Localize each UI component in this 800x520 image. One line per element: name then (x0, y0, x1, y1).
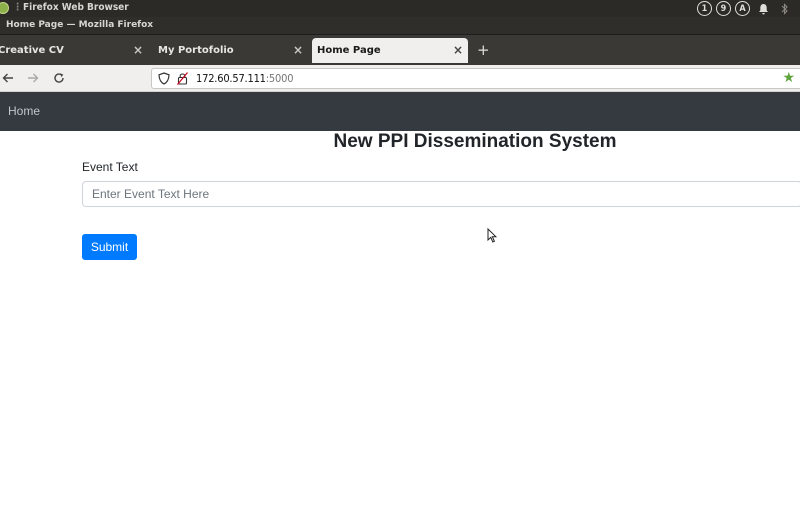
url-host: 172.60.57.111 (196, 72, 266, 85)
mouse-pointer-icon (487, 228, 497, 243)
close-tab-icon[interactable]: × (133, 43, 143, 57)
tab-label: Home Page (317, 45, 381, 56)
close-tab-icon[interactable]: × (453, 43, 463, 57)
site-navbar: Home (0, 92, 800, 131)
url-text[interactable]: 172.60.57.111:5000 (196, 72, 293, 85)
tray-indicator-2[interactable]: 9 (716, 1, 731, 16)
tab-strip: Creative CV × My Portofolio × Home Page … (0, 35, 800, 65)
url-bar[interactable]: 172.60.57.111:5000 ★ (151, 68, 800, 89)
new-tab-plus-icon[interactable]: + (477, 41, 490, 59)
tracking-protection-shield-icon[interactable] (158, 72, 170, 85)
bookmark-star-icon[interactable]: ★ (782, 70, 795, 86)
system-tray: 1 9 A (697, 0, 794, 17)
tray-indicator-3[interactable]: A (735, 1, 750, 16)
os-app-title[interactable]: Firefox Web Browser (23, 2, 129, 13)
handle-icon: ⋮ (13, 2, 22, 13)
os-top-panel: ⋮ Firefox Web Browser 1 9 A (0, 0, 800, 17)
os-menu-icon[interactable] (0, 2, 9, 14)
tab-label: My Portofolio (158, 45, 234, 56)
submit-button[interactable]: Submit (82, 234, 137, 260)
tab-my-portofolio[interactable]: My Portofolio × (153, 38, 308, 63)
reload-icon[interactable] (50, 69, 68, 87)
tab-label: Creative CV (0, 45, 64, 56)
nav-toolbar: 172.60.57.111:5000 ★ (0, 65, 800, 92)
close-tab-icon[interactable]: × (293, 43, 303, 57)
tray-indicator-1[interactable]: 1 (697, 1, 712, 16)
url-port: :5000 (265, 72, 294, 85)
notification-bell-icon[interactable] (754, 1, 772, 16)
forward-arrow-icon[interactable] (24, 69, 42, 87)
window-title: Home Page — Mozilla Firefox (6, 20, 154, 30)
event-text-input[interactable] (82, 181, 800, 207)
nav-home-link[interactable]: Home (8, 104, 40, 118)
page-title: New PPI Dissemination System (333, 131, 617, 152)
tab-home-page[interactable]: Home Page × (312, 38, 468, 63)
insecure-lock-icon[interactable] (177, 72, 188, 85)
window-titlebar: Home Page — Mozilla Firefox (0, 17, 800, 35)
bluetooth-icon[interactable] (776, 1, 794, 16)
back-arrow-icon[interactable] (0, 69, 17, 87)
event-text-label: Event Text (82, 160, 138, 174)
tab-creative-cv[interactable]: Creative CV × (0, 38, 148, 63)
